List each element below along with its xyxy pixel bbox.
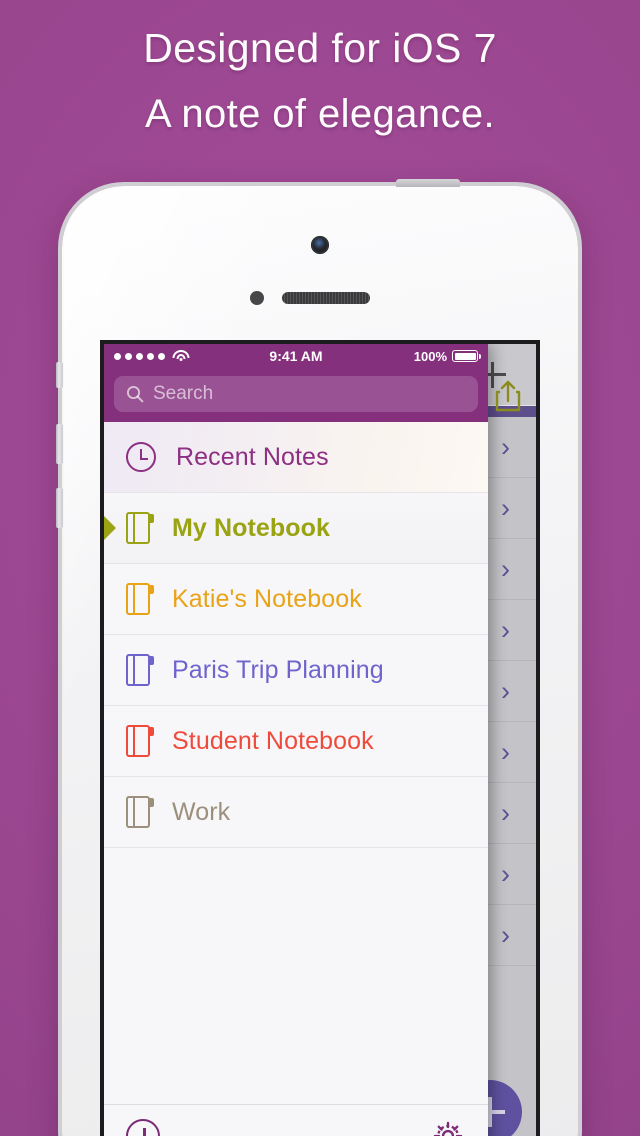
list-item-notebook[interactable]: My Notebook (104, 493, 488, 564)
chevron-right-icon: › (501, 736, 510, 767)
mute-switch[interactable] (56, 362, 63, 388)
volume-down-button[interactable] (56, 488, 63, 528)
drawer-toolbar (104, 1104, 488, 1136)
headline-line-1: Designed for iOS 7 (143, 25, 497, 71)
chevron-right-icon: › (501, 553, 510, 584)
search-icon (126, 385, 144, 403)
list-item-notebook[interactable]: Student Notebook (104, 706, 488, 777)
notebook-icon (126, 512, 154, 544)
notebooks-list[interactable]: Recent Notes My Notebook Katie's Notebook… (104, 422, 488, 1104)
volume-up-button[interactable] (56, 424, 63, 464)
chevron-right-icon: › (501, 675, 510, 706)
notebooks-drawer: 9:41 AM 100% Recent Note (104, 344, 488, 1136)
selected-pointer-icon (104, 516, 116, 540)
search-box[interactable] (114, 376, 478, 412)
chevron-right-icon: › (501, 431, 510, 462)
list-item-label: Katie's Notebook (172, 584, 362, 613)
share-icon (495, 380, 521, 412)
search-bar-container (104, 368, 488, 422)
notebook-icon (126, 725, 154, 757)
phone-device: ››››››s››› 9:41 AM 100% (56, 179, 578, 1136)
list-item-recent-notes[interactable]: Recent Notes (104, 422, 488, 493)
chevron-right-icon: › (501, 919, 510, 950)
proximity-sensor (250, 291, 264, 305)
list-item-label: Recent Notes (176, 442, 329, 471)
notebook-icon (126, 583, 154, 615)
phone-screen: ››››››s››› 9:41 AM 100% (100, 340, 540, 1136)
gear-icon[interactable] (430, 1118, 466, 1136)
status-bar-clock: 9:41 AM (269, 348, 323, 364)
chevron-right-icon: › (501, 797, 510, 828)
list-item-notebook[interactable]: Katie's Notebook (104, 564, 488, 635)
chevron-right-icon: › (501, 858, 510, 889)
chevron-right-icon: › (501, 614, 510, 645)
list-item-notebook[interactable]: Work (104, 777, 488, 848)
headline-line-2: A note of elegance. (144, 91, 496, 136)
earpiece-speaker (282, 292, 370, 304)
search-input[interactable] (153, 383, 466, 405)
add-notebook-button[interactable] (126, 1118, 160, 1136)
chevron-right-icon: › (501, 492, 510, 523)
list-item-label: Work (172, 797, 231, 826)
list-item-label: Paris Trip Planning (172, 655, 384, 684)
list-item-notebook[interactable]: Paris Trip Planning (104, 635, 488, 706)
list-item-label: My Notebook (172, 513, 331, 542)
clock-icon (126, 442, 156, 472)
power-button[interactable] (396, 179, 460, 187)
notebook-icon (126, 654, 154, 686)
status-bar: 9:41 AM 100% (104, 344, 488, 368)
list-item-label: Student Notebook (172, 726, 374, 755)
share-button[interactable] (480, 368, 536, 424)
notebook-icon (126, 796, 154, 828)
front-camera (311, 236, 329, 254)
battery-icon (452, 350, 481, 362)
marketing-headline: Designed for iOS 7 A note of elegance. (0, 25, 640, 137)
